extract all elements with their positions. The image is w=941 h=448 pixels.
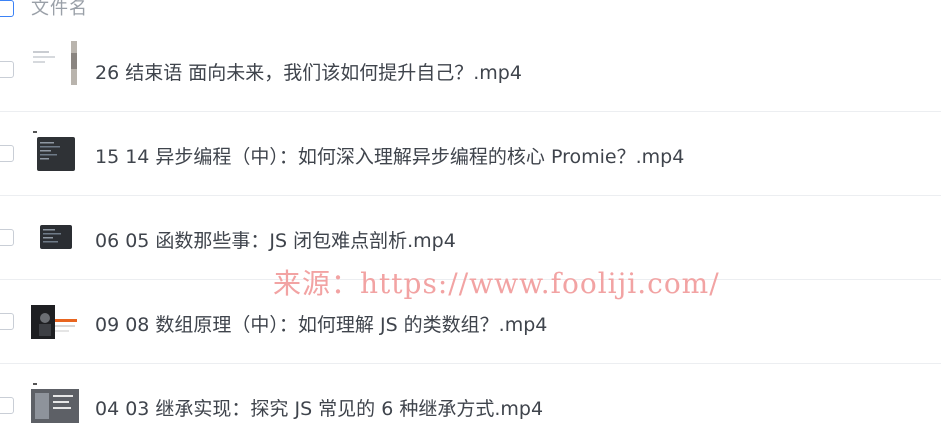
file-name[interactable]: 09 08 数组原理（中）：如何理解 JS 的类数组？.mp4 <box>95 310 547 337</box>
file-row[interactable]: 26 结束语 面向未来，我们该如何提升自己？.mp4 <box>0 28 941 112</box>
file-name[interactable]: 15 14 异步编程（中）：如何深入理解异步编程的核心 Promie？.mp4 <box>95 142 684 169</box>
file-list: 文件名 26 结束语 面向未来，我们该如何提升自己？.mp4 15 14 异步编… <box>0 0 941 444</box>
video-thumbnail[interactable] <box>31 39 79 87</box>
file-checkbox[interactable] <box>0 397 14 414</box>
file-list-header: 文件名 <box>0 0 941 26</box>
select-all-checkbox[interactable] <box>0 0 14 17</box>
file-checkbox[interactable] <box>0 145 14 162</box>
file-checkbox[interactable] <box>0 61 14 78</box>
file-name[interactable]: 06 05 函数那些事：JS 闭包难点剖析.mp4 <box>95 226 456 253</box>
file-name[interactable]: 26 结束语 面向未来，我们该如何提升自己？.mp4 <box>95 58 522 85</box>
file-checkbox[interactable] <box>0 229 14 246</box>
file-checkbox[interactable] <box>0 313 14 330</box>
file-row[interactable]: 15 14 异步编程（中）：如何深入理解异步编程的核心 Promie？.mp4 <box>0 112 941 196</box>
file-row[interactable]: 04 03 继承实现：探究 JS 常见的 6 种继承方式.mp4 <box>0 364 941 448</box>
column-header-filename[interactable]: 文件名 <box>31 0 88 20</box>
file-name[interactable]: 04 03 继承实现：探究 JS 常见的 6 种继承方式.mp4 <box>95 394 543 421</box>
video-thumbnail[interactable] <box>31 123 79 171</box>
video-thumbnail[interactable] <box>31 375 79 423</box>
video-thumbnail[interactable] <box>31 207 79 255</box>
video-thumbnail[interactable] <box>31 291 79 339</box>
watermark-text: 来源：https://www.fooliji.com/ <box>273 267 720 300</box>
